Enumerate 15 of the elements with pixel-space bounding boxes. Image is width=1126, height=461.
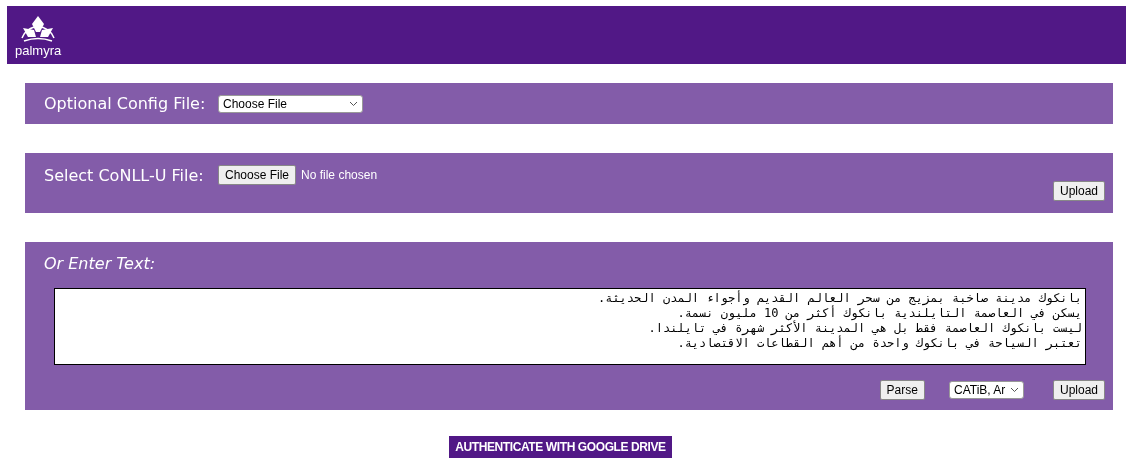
conll-label: Select CoNLL-U File: xyxy=(44,165,205,185)
chevron-down-icon xyxy=(349,100,358,107)
file-status-text: No file chosen xyxy=(301,168,378,182)
upload-button[interactable]: Upload xyxy=(1052,380,1105,400)
authenticate-button[interactable]: AUTHENTICATE WITH GOOGLE DRIVE xyxy=(449,436,672,458)
logo-text: palmyra xyxy=(15,44,62,58)
config-label: Optional Config File: xyxy=(44,94,207,113)
chevron-down-icon xyxy=(1009,387,1019,393)
choose-file-button[interactable]: Choose File xyxy=(218,165,297,185)
format-select[interactable]: CATiB, Ar xyxy=(948,381,1024,399)
enter-text-label: Or Enter Text: xyxy=(44,254,156,273)
parse-button[interactable]: Parse xyxy=(879,380,925,400)
upload-button[interactable]: Upload xyxy=(1052,181,1105,201)
text-input-field[interactable]: بانكوك مدينة صاخبة بمزيج من سحر العالم القديم وأجواء المدن الحديثة. يسكن في العاصمة التايلندية بانكوك أكثر من 10 مليون نسمة. ليست بانكوك العاصمة فقط بل هي المدينة الأكثر شهرة في تايلندا. تعتبر السياحة في بانكوك واحدة من أهم القطاعات الاقتصادية. xyxy=(54,288,1086,365)
config-select[interactable]: Choose File xyxy=(218,94,363,113)
